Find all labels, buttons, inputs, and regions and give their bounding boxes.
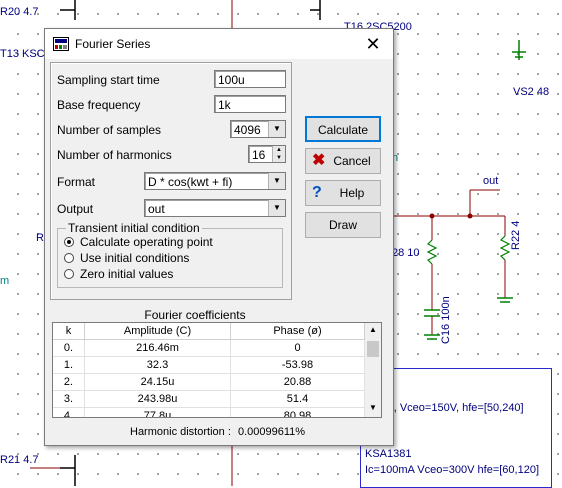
label-c16: C16 100n	[440, 296, 452, 344]
cell-phase: 51.4	[231, 391, 365, 408]
fourier-coefficients-title: Fourier coefficients	[144, 308, 246, 322]
label-m: m	[0, 275, 10, 287]
table-row[interactable]: 3. 243.98u 51.4	[53, 391, 365, 408]
close-icon: ✕	[365, 34, 381, 54]
close-button[interactable]: ✕	[359, 33, 387, 55]
settings-panel: Sampling start time 100u Base frequency …	[50, 62, 292, 300]
info-line: Ic=100mA Vceo=300V hfe=[60,120]	[365, 464, 539, 476]
chevron-down-icon[interactable]: ▼	[268, 173, 285, 189]
radio-label-calculate-operating-point[interactable]: Calculate operating point	[80, 235, 213, 249]
column-header-phase[interactable]: Phase (ø)	[231, 323, 365, 340]
scroll-up-icon[interactable]: ▲	[365, 325, 381, 334]
calculate-label: Calculate	[317, 123, 369, 137]
base-frequency-input[interactable]: 1k	[214, 95, 286, 113]
table-row[interactable]: 4. 77.8u 80.98	[53, 408, 365, 417]
sampling-start-time-input[interactable]: 100u	[214, 70, 286, 88]
help-label: Help	[339, 186, 365, 200]
cell-k: 3.	[53, 391, 85, 408]
cell-k: 4.	[53, 408, 85, 417]
transient-initial-condition-group: Transient initial condition Calculate op…	[57, 221, 283, 288]
chevron-down-icon[interactable]: ▼	[268, 121, 285, 137]
number-of-samples-value: 4096	[234, 123, 261, 137]
title-bar[interactable]: Fourier Series ✕	[45, 29, 393, 59]
cell-phase: 20.88	[231, 374, 365, 391]
fourier-series-dialog: Fourier Series ✕ Sampling start time 100…	[44, 28, 394, 446]
harmonic-distortion-value: 0.00099611%	[238, 426, 306, 438]
sampling-start-time-label: Sampling start time	[57, 73, 160, 87]
column-header-k[interactable]: k	[53, 323, 85, 340]
cell-phase: 0	[231, 340, 365, 357]
output-select[interactable]: out ▼	[144, 199, 286, 217]
radio-label-use-initial-conditions[interactable]: Use initial conditions	[80, 251, 189, 265]
info-line: KSA1381	[365, 448, 412, 460]
number-of-samples-label: Number of samples	[57, 123, 162, 137]
cancel-button[interactable]: ✖ Cancel	[305, 148, 381, 174]
calculate-button[interactable]: Calculate	[305, 116, 381, 142]
scroll-down-icon[interactable]: ▼	[365, 403, 381, 412]
dialog-title: Fourier Series	[75, 37, 151, 51]
label-r20: R20 4.7	[0, 6, 39, 18]
label-c28: 28 10	[392, 247, 420, 259]
format-select[interactable]: D * cos(kwt + fi) ▼	[144, 172, 286, 190]
output-label: Output	[57, 202, 94, 216]
harmonic-distortion-label: Harmonic distortion :	[130, 426, 231, 438]
draw-button[interactable]: Draw	[305, 212, 381, 238]
cell-phase: -53.98	[231, 357, 365, 374]
spin-up-icon[interactable]: ▲	[272, 146, 285, 154]
cell-amplitude: 243.98u	[85, 391, 231, 408]
radio-use-initial-conditions[interactable]	[64, 253, 74, 263]
help-question-icon: ?	[312, 184, 322, 201]
help-button[interactable]: ? Help	[305, 180, 381, 206]
table-row[interactable]: 0. 216.46m 0	[53, 340, 365, 357]
number-of-harmonics-stepper[interactable]: 16 ▲ ▼	[248, 145, 286, 163]
table-row[interactable]: 2. 24.15u 20.88	[53, 374, 365, 391]
cell-k: 1.	[53, 357, 85, 374]
cell-k: 2.	[53, 374, 85, 391]
label-vs2: VS2 48	[513, 86, 550, 98]
cell-amplitude: 32.3	[85, 357, 231, 374]
fourier-coefficients-table[interactable]: k Amplitude (C) Phase (ø) 0. 216.46m 0 1…	[52, 322, 382, 418]
format-label: Format	[57, 175, 96, 189]
cell-phase: 80.98	[231, 408, 365, 417]
scroll-thumb[interactable]	[367, 341, 379, 357]
table-scrollbar[interactable]: ▲ ▼	[365, 323, 381, 417]
spin-down-icon[interactable]: ▼	[272, 154, 285, 162]
table-row[interactable]: 1. 32.3 -53.98	[53, 357, 365, 374]
label-r21: R21 4.7	[0, 454, 39, 466]
cell-amplitude: 24.15u	[85, 374, 231, 391]
format-value: D * cos(kwt + fi)	[148, 175, 233, 189]
cell-amplitude: 216.46m	[85, 340, 231, 357]
chevron-down-icon[interactable]: ▼	[268, 200, 285, 216]
cancel-x-icon: ✖	[312, 152, 326, 169]
draw-label: Draw	[328, 218, 357, 232]
output-value: out	[148, 202, 165, 216]
number-of-harmonics-value: 16	[252, 148, 266, 162]
transient-legend: Transient initial condition	[66, 221, 202, 235]
cell-amplitude: 77.8u	[85, 408, 231, 417]
base-frequency-label: Base frequency	[57, 98, 141, 112]
radio-label-zero-initial-values[interactable]: Zero initial values	[80, 267, 173, 281]
number-of-harmonics-label: Number of harmonics	[57, 148, 172, 162]
label-out: out	[483, 175, 499, 187]
radio-calculate-operating-point[interactable]	[64, 237, 74, 247]
number-of-samples-select[interactable]: 4096 ▼	[230, 120, 286, 138]
column-header-amplitude[interactable]: Amplitude (C)	[85, 323, 231, 340]
label-r22: R22 4	[510, 220, 522, 250]
fourier-app-icon	[53, 37, 69, 51]
radio-zero-initial-values[interactable]	[64, 269, 74, 279]
cell-k: 0.	[53, 340, 85, 357]
